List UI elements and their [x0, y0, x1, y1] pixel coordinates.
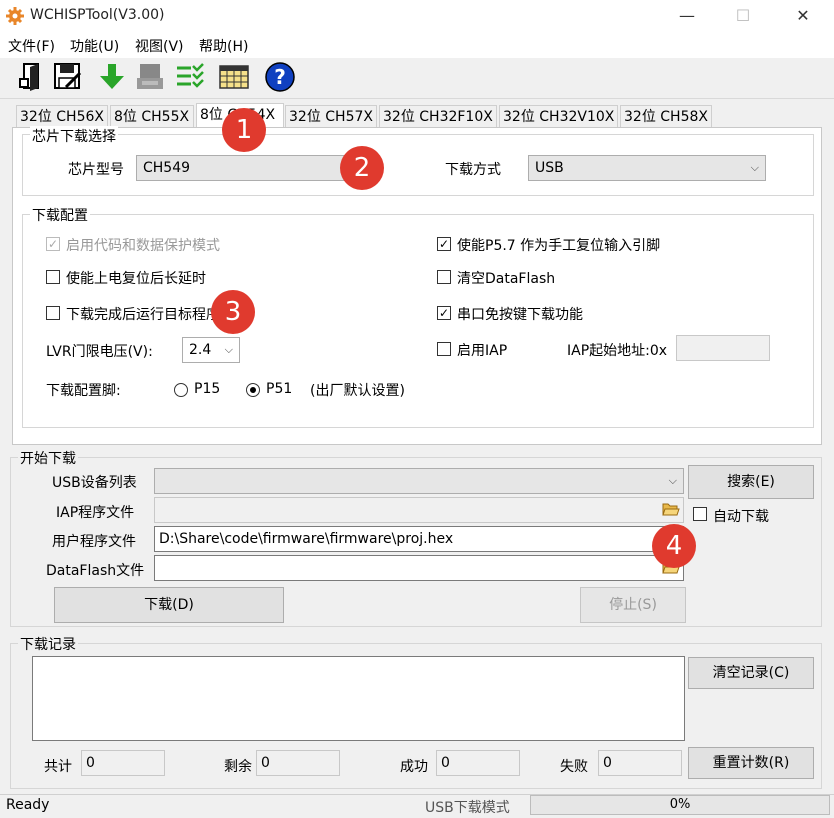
iap-file-label: IAP程序文件 — [56, 505, 135, 521]
total-label: 共计 — [44, 759, 72, 775]
chip-icon[interactable] — [134, 61, 166, 93]
close-button[interactable]: ✕ — [780, 0, 826, 32]
chevron-down-icon: ⌵ — [224, 343, 233, 356]
serial-nokey-label: 串口免按键下载功能 — [457, 307, 583, 323]
usb-device-label: USB设备列表 — [52, 475, 137, 491]
svg-text:?: ? — [274, 65, 286, 89]
chip-type-label: 芯片型号 — [68, 162, 124, 178]
enable-iap-checkbox[interactable] — [437, 342, 451, 356]
iap-address-label: IAP起始地址:0x — [567, 343, 668, 359]
chevron-down-icon: ⌵ — [750, 161, 759, 174]
chip-type-select[interactable]: CH549 — [136, 155, 354, 181]
power-delay-checkbox[interactable] — [46, 270, 60, 284]
reset-count-button[interactable]: 重置计数(R) — [688, 747, 814, 779]
total-value: 0 — [81, 750, 165, 776]
usb-device-select[interactable]: ⌵ — [154, 468, 684, 494]
clear-dataflash-label: 清空DataFlash — [457, 271, 556, 287]
annotation-badge-4: 4 — [652, 524, 696, 568]
clear-log-button[interactable]: 清空记录(C) — [688, 657, 814, 689]
p57-reset-checkbox[interactable]: ✓ — [437, 237, 451, 251]
stop-button[interactable]: 停止(S) — [580, 587, 686, 623]
maximize-button[interactable]: ☐ — [720, 0, 766, 32]
remain-value: 0 — [256, 750, 340, 776]
window-title: WCHISPTool(V3.00) — [30, 7, 165, 23]
chip-type-value: CH549 — [143, 160, 191, 176]
tab-ch55x[interactable]: 8位 CH55X — [110, 105, 194, 127]
protect-checkbox[interactable]: ✓ — [46, 237, 60, 251]
user-file-input[interactable]: D:\Share\code\firmware\firmware\proj.hex — [154, 526, 684, 552]
dataflash-file-label: DataFlash文件 — [46, 563, 145, 579]
enable-iap-label: 启用IAP — [457, 343, 508, 359]
auto-download-checkbox[interactable] — [693, 507, 707, 521]
lvr-label: LVR门限电压(V): — [46, 344, 153, 360]
annotation-badge-2: 2 — [340, 146, 384, 190]
pin-p51-radio[interactable] — [246, 383, 260, 397]
power-delay-label: 使能上电复位后长延时 — [66, 271, 206, 287]
remain-label: 剩余 — [224, 759, 252, 775]
folder-open-icon[interactable] — [662, 501, 680, 517]
run-after-download-checkbox[interactable] — [46, 306, 60, 320]
download-mode-select[interactable]: USB ⌵ — [528, 155, 766, 181]
iap-file-input[interactable] — [154, 497, 684, 523]
download-mode-value: USB — [535, 160, 564, 176]
progress-bar: 0% — [530, 795, 830, 815]
clear-dataflash-checkbox[interactable] — [437, 270, 451, 284]
menu-function[interactable]: 功能(U) — [70, 36, 119, 56]
minimize-button[interactable]: — — [664, 0, 710, 32]
calendar-grid-icon[interactable] — [218, 61, 250, 93]
tab-ch32f10x[interactable]: 32位 CH32F10X — [379, 105, 497, 127]
download-button[interactable]: 下载(D) — [54, 587, 284, 623]
app-gear-icon — [6, 7, 24, 25]
download-icon[interactable] — [96, 61, 128, 93]
chip-select-group-label: 芯片下载选择 — [30, 126, 118, 146]
list-check-icon[interactable] — [174, 61, 206, 93]
iap-address-input[interactable] — [676, 335, 770, 361]
tab-ch57x[interactable]: 32位 CH57X — [285, 105, 377, 127]
save-icon[interactable] — [52, 61, 84, 93]
download-log-group-label: 下载记录 — [18, 634, 78, 654]
protect-label: 启用代码和数据保护模式 — [66, 238, 220, 254]
tab-ch58x[interactable]: 32位 CH58X — [620, 105, 712, 127]
menu-file[interactable]: 文件(F) — [8, 36, 55, 56]
success-label: 成功 — [400, 759, 428, 775]
menu-view[interactable]: 视图(V) — [135, 36, 184, 56]
pin-p15-label: P15 — [194, 381, 221, 397]
dataflash-file-input[interactable] — [154, 555, 684, 581]
pin-note: (出厂默认设置) — [310, 383, 405, 399]
serial-nokey-checkbox[interactable]: ✓ — [437, 306, 451, 320]
status-text: Ready — [6, 797, 50, 813]
progress-label: 0% — [669, 797, 691, 812]
status-mode: USB下载模式 — [425, 800, 510, 816]
fail-value: 0 — [598, 750, 682, 776]
lvr-value: 2.4 — [189, 342, 212, 358]
pin-p15-radio[interactable] — [174, 383, 188, 397]
open-icon[interactable] — [16, 61, 48, 93]
download-config-group-label: 下载配置 — [30, 205, 90, 225]
annotation-badge-1: 1 — [222, 108, 266, 152]
help-icon[interactable]: ? — [264, 61, 296, 93]
success-value: 0 — [436, 750, 520, 776]
lvr-select[interactable]: 2.4 ⌵ — [182, 337, 240, 363]
tab-ch32v10x[interactable]: 32位 CH32V10X — [499, 105, 618, 127]
p57-reset-label: 使能P5.7 作为手工复位输入引脚 — [457, 238, 661, 254]
user-file-label: 用户程序文件 — [52, 534, 136, 550]
menu-bar — [0, 32, 834, 58]
log-textarea[interactable] — [32, 656, 685, 741]
config-pin-label: 下载配置脚: — [46, 383, 121, 399]
auto-download-label: 自动下载 — [713, 509, 769, 525]
chevron-down-icon: ⌵ — [668, 474, 677, 487]
start-download-group-label: 开始下载 — [18, 448, 78, 468]
annotation-badge-3: 3 — [211, 290, 255, 334]
search-button[interactable]: 搜索(E) — [688, 465, 814, 499]
pin-p51-label: P51 — [266, 381, 293, 397]
fail-label: 失败 — [560, 759, 588, 775]
tab-ch56x[interactable]: 32位 CH56X — [16, 105, 108, 127]
menu-help[interactable]: 帮助(H) — [199, 36, 248, 56]
run-after-download-label: 下载完成后运行目标程序 — [66, 307, 220, 323]
download-mode-label: 下载方式 — [445, 162, 501, 178]
